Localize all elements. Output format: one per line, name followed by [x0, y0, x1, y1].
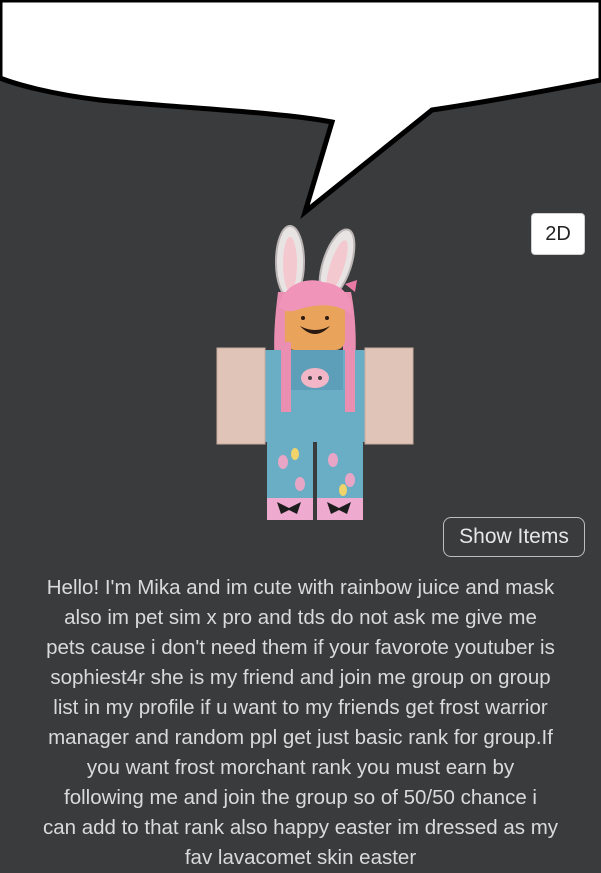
speech-bubble — [0, 0, 601, 219]
profile-description: Hello! I'm Mika and im cute with rainbow… — [42, 576, 559, 869]
show-items-button[interactable]: Show Items — [443, 517, 585, 557]
view-2d-toggle-button[interactable]: 2D — [531, 213, 585, 255]
avatar-figure[interactable] — [205, 222, 425, 527]
